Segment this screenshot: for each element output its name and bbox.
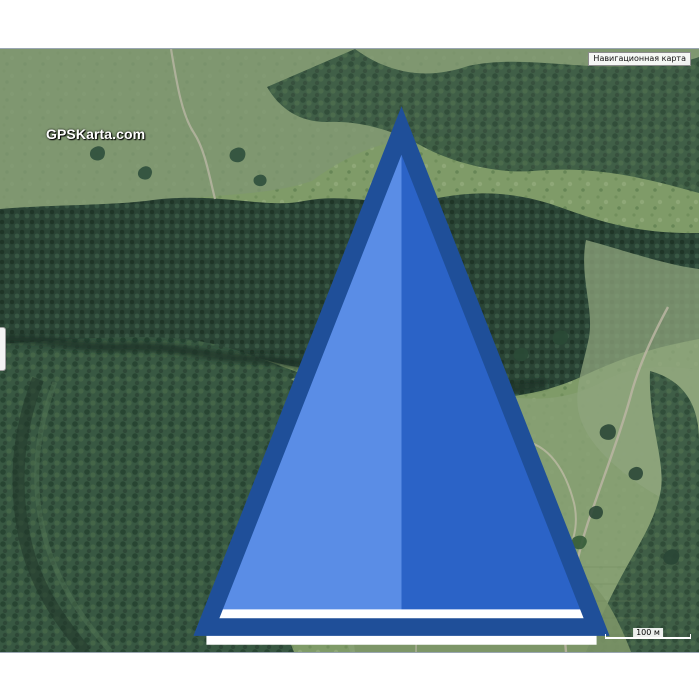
- map-screen: Навигационная карта GPSKarta.com 100 м: [0, 0, 700, 700]
- satellite-map-view[interactable]: Навигационная карта GPSKarta.com 100 м: [0, 48, 699, 653]
- triangle-marker-icon: [193, 106, 610, 645]
- scale-label: 100 м: [633, 628, 663, 637]
- panel-handle-icon[interactable]: [0, 327, 6, 371]
- gpskarta-logo: GPSKarta.com: [46, 95, 610, 645]
- logo-text: GPSKarta.com: [46, 126, 146, 142]
- map-scale-bar: 100 м: [605, 628, 691, 640]
- map-type-button[interactable]: Навигационная карта: [588, 52, 691, 66]
